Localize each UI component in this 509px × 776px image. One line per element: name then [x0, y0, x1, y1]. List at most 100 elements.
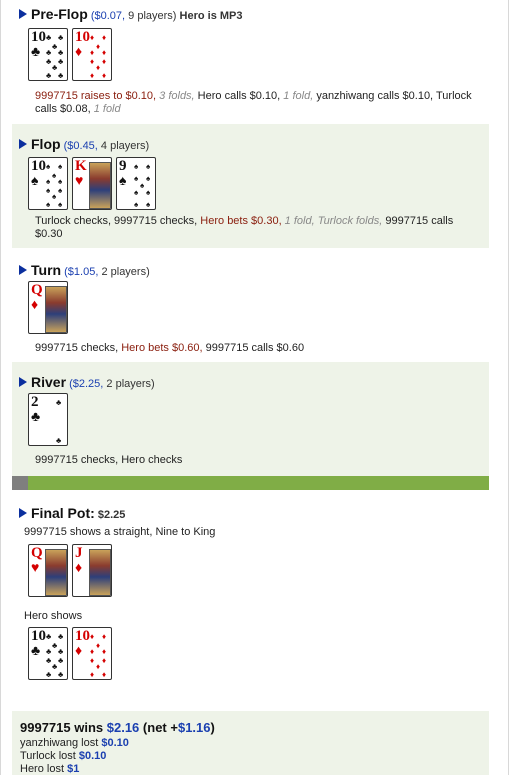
suit-pip-icon: ♦ [90, 632, 95, 641]
shown-cards: 10 ♣ ♣ ♣ ♣ ♣ ♣ ♣ ♣ ♣ ♣ ♣ 10 ♦ ♦ ♦ ♦ ♦ ♦ ♦ ♦ ♦ ♦ ♦ [28, 627, 116, 680]
playing-card: Q ♦ [28, 281, 68, 334]
playing-card: K ♥ [72, 157, 112, 210]
face-card-art [45, 549, 67, 596]
face-card-art [45, 286, 67, 333]
action-text: Hero bets $0.60, [118, 342, 203, 354]
suit-pip-icon: ♦ [102, 656, 107, 665]
flop-actions: Turlock checks, 9997715 checks, Hero bet… [35, 215, 465, 241]
street-title: River [31, 374, 67, 390]
suit-pip-icon: ♦ [96, 641, 101, 650]
winner-line: 9997715 wins $2.16 (net +$1.16) [20, 720, 215, 735]
card-suit-icon: ♥ [75, 172, 84, 188]
playing-card: 10 ♠ ♠ ♠ ♠ ♠ ♠ ♠ ♠ ♠ ♠ ♠ [28, 157, 68, 210]
river-header: River ($2.25, 2 players) [19, 374, 155, 390]
suit-pip-icon: ♠ [134, 162, 139, 171]
pot-amount: ($1.05, [64, 266, 99, 278]
card-suit-icon: ♦ [75, 559, 83, 575]
suit-pip-icon: ♠ [140, 181, 145, 190]
loss-amount: $0.10 [78, 750, 107, 762]
win-amount: $2.16 [106, 720, 140, 735]
playing-card: J ♦ [72, 544, 112, 597]
card-suit-icon: ♠ [119, 172, 127, 188]
net-amount: $1.16 [177, 720, 211, 735]
preflop-header: Pre-Flop ($0.07, 9 players) Hero is MP3 [19, 6, 242, 22]
card-suit-icon: ♣ [31, 642, 41, 658]
suit-pip-icon: ♠ [52, 192, 57, 201]
suit-pip-icon: ♠ [146, 200, 151, 209]
board-cards: 10 ♠ ♠ ♠ ♠ ♠ ♠ ♠ ♠ ♠ ♠ ♠ K ♥ 9 ♠ ♠ ♠ ♠ ♠ ♠ ♠ ♠ ♠ ♠ [28, 157, 160, 210]
player-count: 2 players) [101, 266, 150, 278]
playing-card: 10 ♦ ♦ ♦ ♦ ♦ ♦ ♦ ♦ ♦ ♦ ♦ [72, 627, 112, 680]
card-suit-icon: ♦ [75, 642, 83, 658]
action-text: 9997715 calls $0.60 [202, 342, 305, 354]
card-suit-icon: ♠ [31, 172, 39, 188]
street-title: Flop [31, 136, 61, 152]
action-text: 9997715 raises to $0.10, [35, 90, 157, 102]
suit-pip-icon: ♣ [46, 632, 52, 641]
pot-amount: ($0.45, [63, 140, 98, 152]
suit-pip-icon: ♦ [102, 632, 107, 641]
expand-triangle-icon[interactable] [19, 377, 27, 387]
suit-pip-icon: ♣ [58, 33, 64, 42]
board-cards: Q ♦ [28, 281, 72, 334]
playing-card: 10 ♦ ♦ ♦ ♦ ♦ ♦ ♦ ♦ ♦ ♦ ♦ [72, 28, 112, 81]
expand-triangle-icon[interactable] [19, 9, 27, 19]
suit-pip-icon: ♣ [58, 656, 64, 665]
suit-pip-icon: ♠ [46, 177, 51, 186]
suit-pip-icon: ♦ [102, 48, 107, 57]
loss-player: Turlock lost [20, 750, 79, 762]
suit-pip-icon: ♠ [58, 162, 63, 171]
suit-pip-icon: ♦ [90, 33, 95, 42]
loss-line: Turlock lost $0.10 [20, 750, 129, 763]
face-card-art [89, 549, 111, 596]
loss-player: Hero lost [20, 763, 68, 775]
winner-text: 9997715 wins [20, 720, 104, 735]
action-text: 9997715 checks, Hero checks [35, 454, 183, 466]
expand-triangle-icon[interactable] [19, 508, 27, 518]
loss-player: yanzhiwang lost [20, 737, 102, 749]
action-text: 3 folds, [156, 90, 195, 102]
flop-header: Flop ($0.45, 4 players) [19, 136, 149, 152]
suit-pip-icon: ♣ [52, 63, 58, 72]
hero-position: Hero is MP3 [179, 10, 243, 22]
suit-pip-icon: ♦ [102, 33, 107, 42]
loss-line: Hero lost $1 [20, 763, 129, 776]
river-section: River ($2.25, 2 players) 2 ♣ ♣ ♣ 9997715 ch… [12, 362, 489, 476]
suit-pip-icon: ♣ [58, 670, 64, 679]
action-text: Turlock checks, 9997715 checks, [35, 215, 198, 227]
playing-card: Q ♥ [28, 544, 68, 597]
preflop-section: Pre-Flop ($0.07, 9 players) Hero is MP3 … [12, 0, 489, 120]
suit-pip-icon: ♠ [58, 186, 63, 195]
final-pot-title: Final Pot: [31, 505, 95, 521]
suit-pip-icon: ♠ [146, 162, 151, 171]
suit-pip-icon: ♠ [52, 171, 57, 180]
suit-pip-icon: ♠ [58, 200, 63, 209]
suit-pip-icon: ♠ [46, 186, 51, 195]
suit-pip-icon: ♣ [58, 57, 64, 66]
suit-pip-icon: ♣ [58, 647, 64, 656]
suit-pip-icon: ♦ [102, 670, 107, 679]
playing-card: 9 ♠ ♠ ♠ ♠ ♠ ♠ ♠ ♠ ♠ ♠ [116, 157, 156, 210]
turn-section: Turn ($1.05, 2 players) Q ♦ 9997715 check… [12, 254, 489, 358]
suit-pip-icon: ♣ [46, 71, 52, 80]
card-suit-icon: ♦ [75, 43, 83, 59]
card-pips: ♠ ♠ ♠ ♠ ♠ ♠ ♠ ♠ ♠ [134, 162, 154, 209]
suit-pip-icon: ♦ [90, 656, 95, 665]
scrollbar-thumb[interactable] [12, 476, 28, 490]
final-pot-amount: $2.25 [97, 509, 126, 521]
card-pips: ♣ ♣ [46, 399, 66, 445]
player-count: 9 players) [128, 10, 177, 22]
suit-pip-icon: ♠ [46, 200, 51, 209]
expand-triangle-icon[interactable] [19, 139, 27, 149]
suit-pip-icon: ♣ [58, 632, 64, 641]
action-text: Hero bets $0.30, [197, 215, 282, 227]
suit-pip-icon: ♣ [46, 33, 52, 42]
expand-triangle-icon[interactable] [19, 265, 27, 275]
final-header: Final Pot: $2.25 [19, 505, 125, 521]
suit-pip-icon: ♦ [102, 57, 107, 66]
playing-card: 2 ♣ ♣ ♣ [28, 393, 68, 446]
suit-pip-icon: ♦ [96, 42, 101, 51]
showdown-text: Hero shows [24, 610, 83, 622]
playing-card: 10 ♣ ♣ ♣ ♣ ♣ ♣ ♣ ♣ ♣ ♣ ♣ [28, 627, 68, 680]
horizontal-scrollbar[interactable] [12, 476, 489, 490]
